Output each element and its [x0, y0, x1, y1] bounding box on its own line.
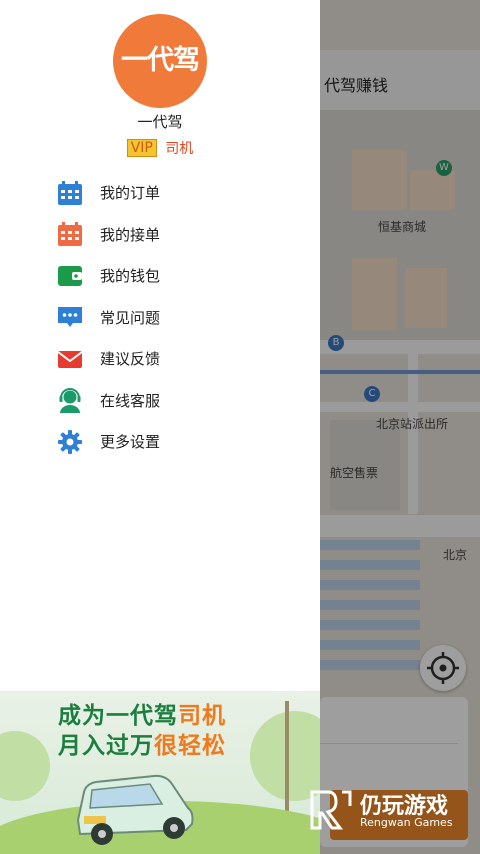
menu-item-label: 常见问题: [100, 308, 161, 327]
watermark: 仍玩游戏 Rengwan Games: [306, 786, 476, 836]
navigation-drawer: 一代驾 一代驾 VIP 司机 我的订单 我的接单 我的钱包 常见问题 建议反馈 …: [0, 0, 320, 854]
role-label: 司机: [165, 141, 194, 157]
menu-item-my-orders[interactable]: 我的订单: [0, 172, 320, 214]
car-illustration: [76, 774, 194, 845]
banner-headline: 成为一代驾司机: [58, 696, 226, 730]
banner-text: 月入过万: [58, 733, 154, 759]
calendar-check-icon: [56, 220, 84, 248]
menu-item-online-service[interactable]: 在线客服: [0, 380, 320, 422]
screen: 恒基商城 北京站派出所 航空售票 北京 B C W 代驾赚钱 一代驾 一代驾 V…: [0, 0, 480, 854]
watermark-sub: Rengwan Games: [360, 816, 453, 829]
menu-item-more-settings[interactable]: 更多设置: [0, 421, 320, 463]
menu-item-label: 在线客服: [100, 391, 161, 410]
menu-item-label: 我的钱包: [100, 267, 161, 286]
watermark-logo-icon: [310, 790, 352, 830]
drawer-scrim[interactable]: [320, 0, 480, 854]
menu-item-my-accepted[interactable]: 我的接单: [0, 214, 320, 256]
menu-item-label: 我的订单: [100, 184, 161, 203]
chat-bubble-icon: [56, 303, 84, 331]
calendar-icon: [56, 179, 84, 207]
drawer-menu: 我的订单 我的接单 我的钱包 常见问题 建议反馈 在线客服 更多设置: [0, 172, 320, 463]
banner-highlight: 很轻松: [154, 733, 226, 759]
banner-subheadline: 月入过万很轻松: [58, 726, 226, 760]
menu-item-faq[interactable]: 常见问题: [0, 297, 320, 339]
headset-agent-icon: [56, 386, 84, 414]
menu-item-label: 更多设置: [100, 433, 161, 452]
menu-item-my-wallet[interactable]: 我的钱包: [0, 255, 320, 297]
avatar[interactable]: 一代驾: [113, 14, 207, 108]
gear-icon: [56, 428, 84, 456]
menu-item-label: 建议反馈: [100, 350, 161, 369]
promo-banner[interactable]: 成为一代驾司机 月入过万很轻松: [0, 691, 320, 854]
vip-badge: VIP: [126, 139, 157, 157]
menu-item-feedback[interactable]: 建议反馈: [0, 338, 320, 380]
user-name: 一代驾: [137, 113, 183, 131]
wallet-icon: [56, 262, 84, 290]
envelope-icon: [56, 345, 84, 373]
vip-row: VIP 司机: [0, 138, 320, 158]
tree-illustration: [0, 731, 50, 801]
menu-item-label: 我的接单: [100, 225, 161, 244]
